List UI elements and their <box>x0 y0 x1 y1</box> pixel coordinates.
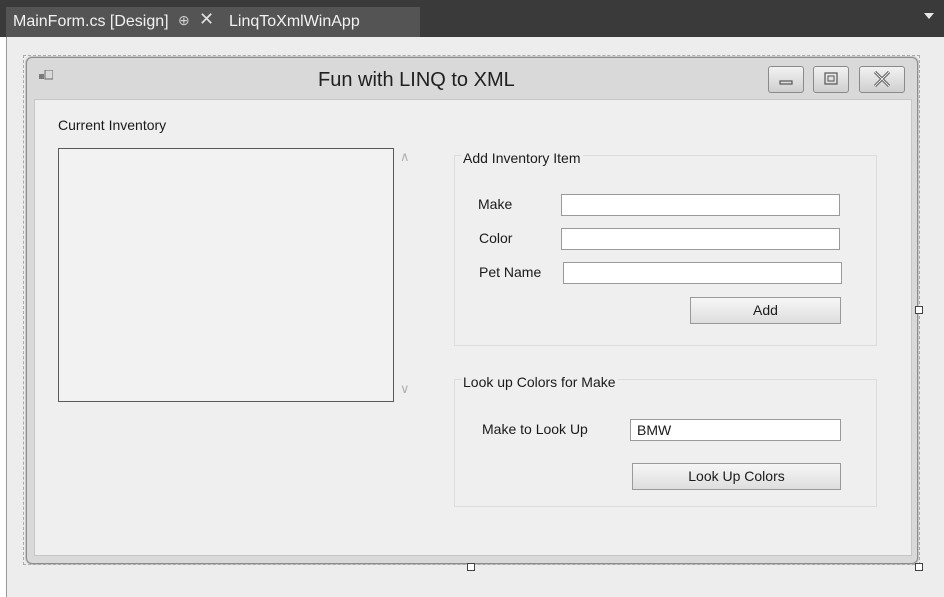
add-inventory-group-title: Add Inventory Item <box>461 150 583 166</box>
form-app-icon <box>39 70 53 80</box>
make-to-look-up-label: Make to Look Up <box>482 421 588 437</box>
close-icon[interactable]: ✕ <box>199 9 214 29</box>
add-button[interactable]: Add <box>690 297 841 324</box>
color-label: Color <box>479 230 513 246</box>
pin-icon[interactable]: ⊕ <box>178 12 190 29</box>
tab-dropdown-icon[interactable] <box>924 13 934 19</box>
pet-name-label: Pet Name <box>479 264 542 280</box>
minimize-icon <box>779 80 793 85</box>
make-field[interactable] <box>561 194 840 216</box>
tab-linqtoxmlwinapp[interactable]: LinqToXmlWinApp <box>229 13 360 31</box>
resize-handle-right[interactable] <box>915 306 923 314</box>
inventory-textbox[interactable] <box>58 148 394 402</box>
make-to-look-up-field[interactable] <box>630 419 841 441</box>
window-close-button[interactable] <box>859 66 905 93</box>
scroll-up-icon[interactable]: ∧ <box>400 149 410 165</box>
color-field[interactable] <box>561 228 840 250</box>
resize-handle-bottom[interactable] <box>467 563 475 571</box>
window-close-icon <box>873 70 891 88</box>
maximize-icon <box>824 72 838 85</box>
resize-handle-corner[interactable] <box>915 563 923 571</box>
tab-mainform-design-label: MainForm.cs [Design] <box>13 13 169 30</box>
lookup-colors-group-title: Look up Colors for Make <box>461 374 618 390</box>
scroll-down-icon[interactable]: ∨ <box>400 381 410 397</box>
form-title: Fun with LINQ to XML <box>318 69 515 91</box>
document-tab-bar: MainForm.cs [Design] ⊕ ✕ LinqToXmlWinApp <box>0 0 944 37</box>
make-label: Make <box>478 196 513 212</box>
maximize-button[interactable] <box>813 66 849 93</box>
look-up-colors-button[interactable]: Look Up Colors <box>632 463 841 490</box>
current-inventory-label: Current Inventory <box>58 117 167 133</box>
minimize-button[interactable] <box>768 66 804 93</box>
pet-name-field[interactable] <box>563 262 842 284</box>
